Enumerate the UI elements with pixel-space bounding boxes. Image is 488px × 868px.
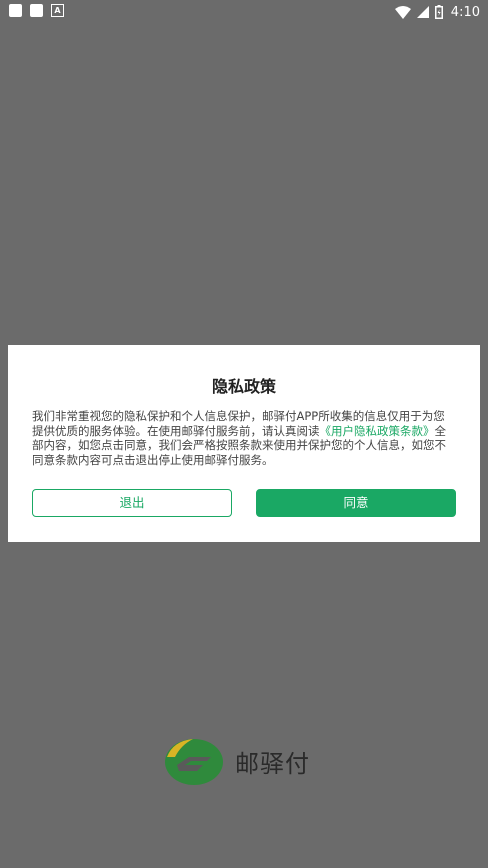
brand-logo-area: 邮驿付	[163, 735, 310, 787]
system-icons: 4:10	[394, 2, 480, 22]
signal-icon	[416, 6, 429, 18]
notification-icon	[30, 4, 43, 17]
battery-icon	[434, 5, 443, 19]
wifi-icon	[394, 5, 411, 19]
status-bar: A 4:10	[0, 0, 488, 24]
notification-icons: A	[9, 4, 64, 17]
privacy-policy-dialog: 隐私政策 我们非常重视您的隐私保护和个人信息保护，邮驿付APP所收集的信息仅用于…	[8, 345, 480, 542]
dialog-title: 隐私政策	[211, 377, 276, 396]
notification-icon	[9, 4, 22, 17]
agree-button[interactable]: 同意	[256, 489, 456, 517]
clock: 4:10	[450, 4, 480, 20]
exit-button[interactable]: 退出	[32, 489, 232, 517]
dialog-body: 我们非常重视您的隐私保护和个人信息保护，邮驿付APP所收集的信息仅用于为您提供优…	[32, 409, 456, 467]
brand-logo-icon	[165, 739, 223, 785]
privacy-policy-link[interactable]: 《用户隐私政策条款》	[320, 424, 435, 438]
notification-letter-icon: A	[51, 4, 64, 17]
brand-name: 邮驿付	[235, 749, 310, 778]
